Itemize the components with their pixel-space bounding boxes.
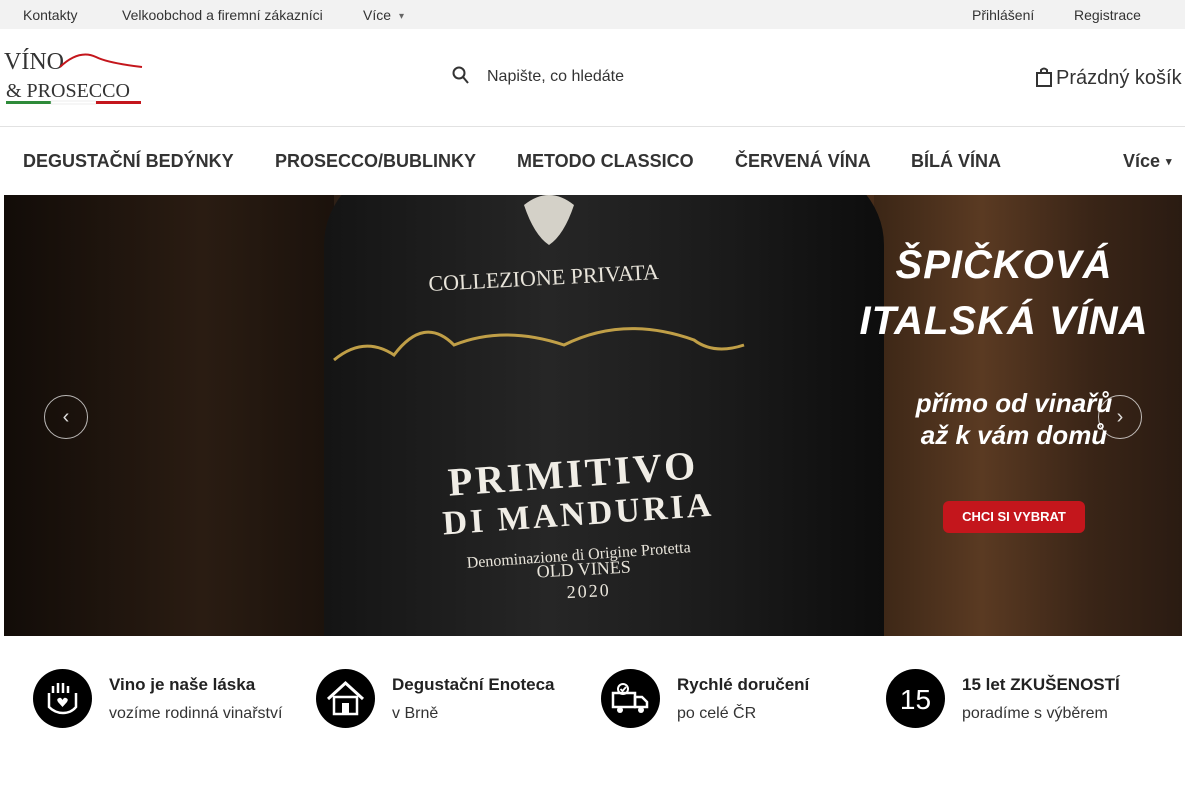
feature-subtitle: vozíme rodinná vinařství xyxy=(109,705,283,722)
nav-item-metodo-classico[interactable]: METODO CLASSICO xyxy=(517,151,694,172)
contacts-link[interactable]: Kontakty xyxy=(23,7,77,23)
search-icon xyxy=(452,66,470,86)
bottle-year: 2020 xyxy=(566,580,611,602)
hands-heart-icon xyxy=(33,669,92,728)
wholesale-link[interactable]: Velkoobchod a firemní zákazníci xyxy=(122,7,323,23)
nav-item-white-wines[interactable]: BÍLÁ VÍNA xyxy=(911,151,1001,172)
feature-subtitle: po celé ČR xyxy=(677,705,757,722)
hero-cta-button[interactable]: CHCI SI VYBRAT xyxy=(943,501,1085,533)
hero-banner[interactable]: COLLEZIONE PRIVATA PRIMITIVO DI MANDURIA… xyxy=(4,195,1182,636)
nav-item-tasting-boxes[interactable]: DEGUSTAČNÍ BEDÝNKY xyxy=(23,151,234,172)
years-badge-text: 15 xyxy=(900,684,931,715)
nav-item-prosecco[interactable]: PROSECCO/BUBLINKY xyxy=(275,151,476,172)
chevron-down-icon: ▾ xyxy=(1166,156,1172,168)
carousel-prev-arrow-icon[interactable]: ‹ xyxy=(44,395,88,439)
top-utility-bar: Kontakty Velkoobchod a firemní zákazníci… xyxy=(0,0,1185,29)
search-bar[interactable]: Napište, co hledáte xyxy=(450,63,750,93)
cart-label: Prázdný košík xyxy=(1056,67,1182,89)
nav-more-label: Více xyxy=(1123,151,1161,171)
more-links-dropdown[interactable]: Více ▾ xyxy=(363,7,404,23)
hero-headline: ŠPIČKOVÁ ITALSKÁ VÍNA xyxy=(844,237,1164,349)
login-link[interactable]: Přihlášení xyxy=(972,7,1034,23)
chevron-down-icon: ▾ xyxy=(399,11,405,22)
hero-headline-line-2: ITALSKÁ VÍNA xyxy=(859,299,1149,343)
site-logo[interactable]: VÍNO & PROSECCO xyxy=(4,43,144,105)
feature-subtitle: v Brně xyxy=(392,705,439,722)
more-links-label: Více xyxy=(363,7,392,23)
search-input[interactable]: Napište, co hledáte xyxy=(487,68,624,86)
nav-more-dropdown[interactable]: Více ▾ xyxy=(1123,151,1172,172)
nav-item-red-wines[interactable]: ČERVENÁ VÍNA xyxy=(735,151,871,172)
feature-subtitle: poradíme s výběrem xyxy=(962,705,1108,722)
hero-headline-line-1: ŠPIČKOVÁ xyxy=(895,243,1113,287)
logo-text-prosecco: & PROSECCO xyxy=(6,80,130,102)
logo-text-vino: VÍNO xyxy=(4,49,64,75)
cart-button[interactable]: Prázdný košík xyxy=(1034,64,1184,94)
feature-title: 15 let ZKUŠENOSTÍ xyxy=(962,675,1120,694)
main-navigation: DEGUSTAČNÍ BEDÝNKY PROSECCO/BUBLINKY MET… xyxy=(0,127,1185,195)
number-15-icon: 15 xyxy=(886,669,945,728)
feature-title: Rychlé doručení xyxy=(677,675,810,694)
site-header: VÍNO & PROSECCO Napište, co hledáte Práz… xyxy=(0,29,1185,127)
bottle-old-vines: OLD VINES xyxy=(536,557,631,582)
bottle-collection-text: COLLEZIONE PRIVATA xyxy=(428,259,660,296)
feature-title: Vino je naše láska xyxy=(109,675,256,694)
carousel-next-arrow-icon[interactable]: › xyxy=(1098,395,1142,439)
delivery-truck-icon xyxy=(601,669,660,728)
register-link[interactable]: Registrace xyxy=(1074,7,1141,23)
house-icon xyxy=(316,669,375,728)
feature-title: Degustační Enoteca xyxy=(392,675,555,694)
shopping-bag-icon xyxy=(1036,67,1052,87)
features-row: Vino je naše láska vozíme rodinná vinařs… xyxy=(0,636,1185,800)
